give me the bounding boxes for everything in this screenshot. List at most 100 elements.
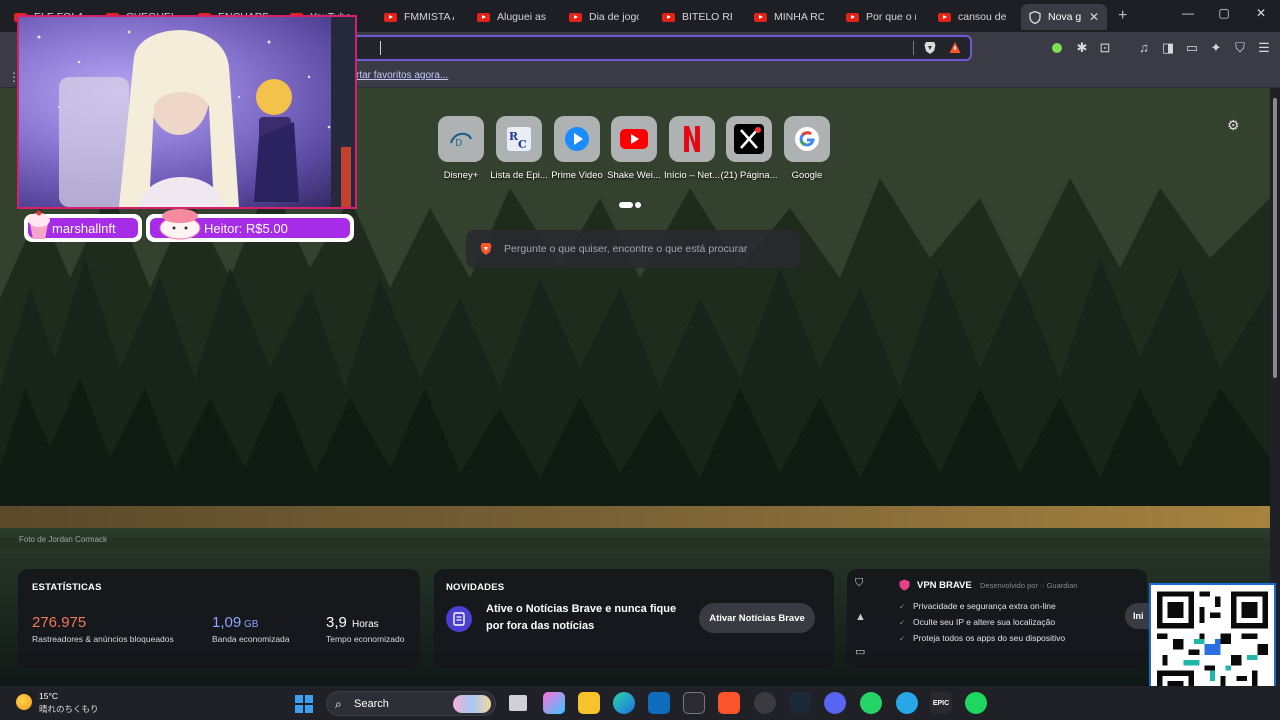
copilot-icon[interactable]	[543, 692, 565, 714]
donation-bar: marshallnft Heitor: R$5.00	[24, 209, 354, 242]
webcam-overlay	[17, 15, 357, 209]
stats-title: ESTATÍSTICAS	[32, 582, 102, 593]
telegram-icon[interactable]	[896, 692, 918, 714]
file-explorer-icon[interactable]	[578, 692, 600, 714]
sidebar-icon[interactable]: ◨	[1161, 41, 1175, 55]
scrollbar-thumb[interactable]	[1273, 98, 1277, 378]
news-promo-text: Ative o Notícias Brave e nunca fique por…	[486, 603, 677, 632]
customize-settings-icon[interactable]: ⚙	[1227, 117, 1240, 134]
windows-taskbar: 15°C 晴れのちくもり ⌕ Search EPIC	[0, 686, 1280, 720]
vpn-title: VPN BRAVE	[917, 580, 972, 591]
maximize-button[interactable]: ▢	[1214, 6, 1234, 20]
cupcake-icon	[28, 210, 50, 239]
weather-text: 晴れのちくもり	[39, 704, 99, 714]
epic-games-icon[interactable]: EPIC	[930, 692, 952, 714]
leo-ai-icon[interactable]: ✦	[1209, 41, 1223, 55]
time-label: Tempo economizado	[326, 634, 405, 644]
youtube-icon	[846, 12, 859, 22]
steam-icon[interactable]	[789, 692, 811, 714]
follower-alert: marshallnft	[24, 210, 142, 242]
tab[interactable]: BITELO REVE	[654, 4, 740, 30]
stats-card: ESTATÍSTICAS 276.975 Rastreadores & anún…	[18, 569, 420, 669]
bandwidth-unit: GB	[244, 619, 259, 630]
tab[interactable]: cansou de s	[930, 4, 1016, 30]
news-icon	[446, 606, 472, 632]
vpn-icon[interactable]: ⛉	[1233, 41, 1247, 55]
text-cursor-icon	[380, 41, 381, 55]
wallet-tab-icon[interactable]: ▭	[855, 645, 865, 658]
netflix-icon	[669, 116, 715, 162]
vpn-feature: Oculte seu IP e altere sua localização	[899, 617, 1055, 627]
streamer-webcam-illustration	[37, 17, 355, 207]
youtube-icon	[754, 12, 767, 22]
top-site-tile[interactable]: (21) Página...	[720, 116, 778, 181]
trackers-count: 276.975	[32, 614, 87, 631]
menu-icon[interactable]: ☰	[1257, 41, 1271, 55]
wallet-icon[interactable]: ▭	[1185, 41, 1199, 55]
time-value: 3,9	[326, 614, 347, 631]
shield-tab-icon[interactable]: ⛉	[855, 577, 863, 590]
page-dot[interactable]	[635, 201, 641, 208]
weather-widget[interactable]: 15°C 晴れのちくもり	[16, 691, 99, 715]
tab-active[interactable]: Nova g ✕	[1021, 4, 1107, 30]
top-site-tile[interactable]: Shake Wei...	[605, 116, 663, 181]
top-site-tile[interactable]: Início – Net...	[663, 116, 721, 181]
activate-news-button[interactable]: Ativar Notícias Brave	[699, 603, 815, 633]
import-bookmarks-link[interactable]: rtar favoritos agora...	[356, 70, 448, 81]
search-box[interactable]: Pergunte o que quiser, encontre o que es…	[466, 230, 800, 268]
vpn-card: ⛉ ▲ ▭ VPN BRAVE Desenvolvido por ◌ Guard…	[847, 569, 1159, 669]
task-view-icon[interactable]	[509, 695, 527, 711]
rc-icon: RC	[496, 116, 542, 162]
news-title: NOVIDADES	[446, 582, 505, 593]
top-site-tile[interactable]: RC Lista de Epi...	[490, 116, 548, 181]
extensions-icon[interactable]: ✱	[1075, 41, 1089, 55]
snipping-tool-icon[interactable]	[683, 692, 705, 714]
alert-tab-icon[interactable]: ▲	[855, 611, 866, 623]
tab[interactable]: Dia de jogo	[561, 4, 647, 30]
search-icon: ⌕	[335, 697, 342, 711]
extension-status-icon[interactable]	[1052, 43, 1062, 53]
whatsapp-icon[interactable]	[860, 692, 882, 714]
youtube-icon	[938, 12, 951, 22]
youtube-icon	[384, 12, 397, 22]
bandwidth-value: 1,09	[212, 614, 242, 631]
close-tab-icon[interactable]: ✕	[1089, 10, 1099, 24]
tab[interactable]: FMMISTA AT	[376, 4, 462, 30]
edge-icon[interactable]	[613, 692, 635, 714]
weather-sun-icon	[16, 694, 32, 710]
discord-icon[interactable]	[824, 692, 846, 714]
top-sites-pager[interactable]	[619, 196, 643, 214]
brave-taskbar-icon[interactable]	[718, 692, 740, 714]
play-icon	[554, 116, 600, 162]
new-tab-button[interactable]: +	[1118, 7, 1127, 25]
sushi-mascot-icon	[159, 209, 201, 240]
address-bar[interactable]	[352, 35, 972, 61]
svg-text:D: D	[455, 139, 462, 149]
svg-text:C: C	[518, 138, 527, 151]
tab[interactable]: Por que o m	[838, 4, 924, 30]
top-site-tile[interactable]: D Disney+	[432, 116, 490, 181]
taskbar-search[interactable]: ⌕ Search	[326, 691, 496, 716]
close-window-button[interactable]: ✕	[1251, 6, 1271, 20]
tab[interactable]: Aluguei as N	[469, 4, 555, 30]
photo-credit[interactable]: Foto de Jordan Cormack	[19, 535, 107, 544]
top-site-tile[interactable]: Prime Video	[548, 116, 606, 181]
media-icon[interactable]: ♫	[1137, 41, 1151, 55]
time-unit: Horas	[352, 619, 379, 630]
disney-icon: D	[438, 116, 484, 162]
brave-rewards-icon[interactable]	[949, 41, 961, 55]
youtube-icon	[662, 12, 675, 22]
spotify-icon[interactable]	[965, 692, 987, 714]
top-site-tile[interactable]: Google	[778, 116, 836, 181]
screenshot-icon[interactable]: ⊡	[1098, 41, 1112, 55]
page-dot-active[interactable]	[619, 201, 633, 208]
store-icon[interactable]	[648, 692, 670, 714]
brave-shields-icon[interactable]	[924, 41, 936, 55]
windows-start-icon[interactable]	[295, 695, 313, 713]
search-highlight-art	[453, 695, 491, 713]
minimize-button[interactable]: —	[1178, 6, 1198, 20]
tab[interactable]: MINHA ROT	[746, 4, 832, 30]
divider	[913, 41, 914, 55]
obs-icon[interactable]	[754, 692, 776, 714]
vpn-shield-icon	[899, 579, 910, 591]
